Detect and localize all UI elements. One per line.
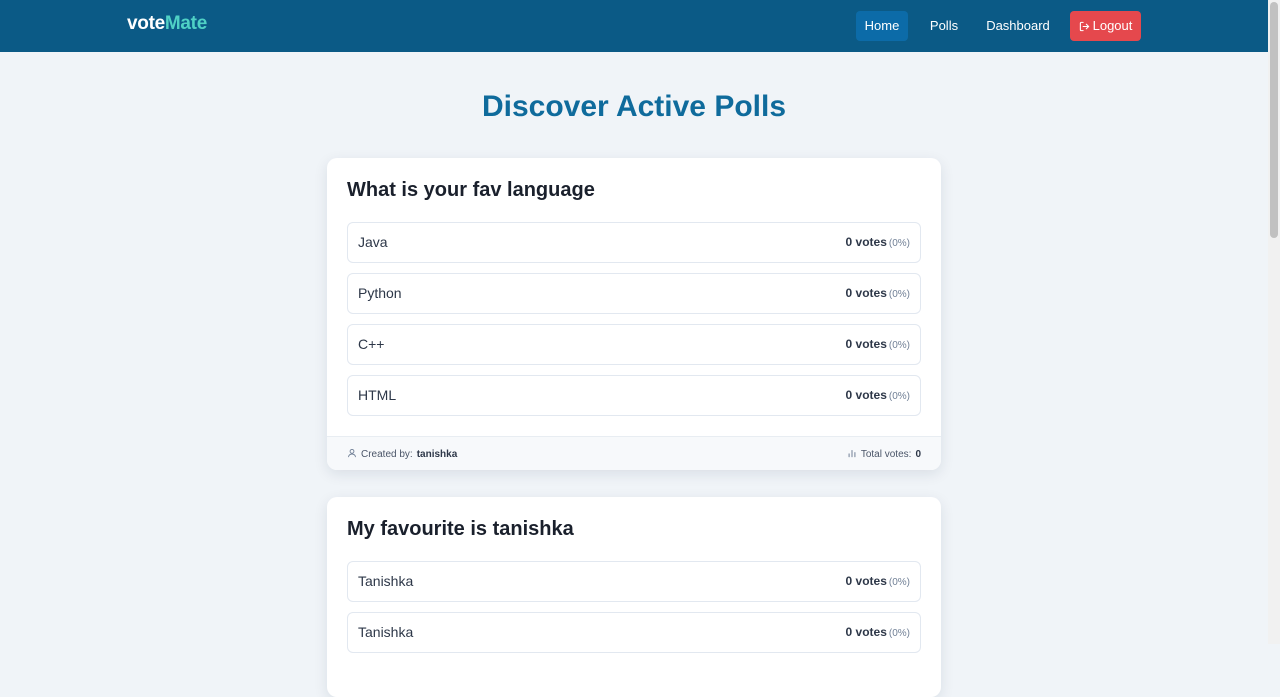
- logout-label: Logout: [1092, 18, 1133, 33]
- poll-footer: Created by: tanishka Total votes: 0: [327, 436, 941, 470]
- option-vote-count: 0 votes (0%): [846, 388, 910, 402]
- vote-percent: (0%): [888, 577, 910, 588]
- option-vote-count: 0 votes (0%): [846, 625, 910, 639]
- poll-option[interactable]: HTML 0 votes (0%): [347, 375, 921, 416]
- page-scrollbar[interactable]: [1268, 0, 1280, 644]
- brand-logo[interactable]: voteMate: [127, 13, 207, 35]
- option-label: HTML: [358, 387, 397, 403]
- total-votes-value: 0: [915, 449, 921, 460]
- vote-percent: (0%): [888, 289, 910, 300]
- poll-creator: Created by: tanishka: [347, 448, 457, 461]
- vote-percent: (0%): [888, 340, 910, 351]
- option-label: Python: [358, 285, 402, 301]
- vote-percent: (0%): [888, 391, 910, 402]
- creator-name: tanishka: [416, 449, 458, 460]
- poll-option[interactable]: C++ 0 votes (0%): [347, 324, 921, 365]
- nav-home-link[interactable]: Home: [856, 11, 908, 41]
- brand-accent: Mate: [164, 13, 207, 34]
- poll-option[interactable]: Tanishka 0 votes (0%): [347, 561, 921, 602]
- nav-polls-link[interactable]: Polls: [922, 11, 966, 41]
- poll-option[interactable]: Python 0 votes (0%): [347, 273, 921, 314]
- scrollbar-thumb[interactable]: [1270, 2, 1278, 238]
- nav-dashboard-link[interactable]: Dashboard: [980, 11, 1056, 41]
- vote-count-text: 0 votes: [845, 235, 887, 249]
- vote-count-text: 0 votes: [845, 574, 887, 588]
- option-vote-count: 0 votes (0%): [846, 337, 910, 351]
- poll-question: What is your fav language: [347, 179, 595, 201]
- vote-count-text: 0 votes: [845, 625, 887, 639]
- option-vote-count: 0 votes (0%): [846, 574, 910, 588]
- vote-percent: (0%): [888, 628, 910, 639]
- page-title: Discover Active Polls: [481, 90, 787, 123]
- logout-icon: [1079, 21, 1090, 32]
- poll-total-votes: Total votes: 0: [847, 448, 921, 461]
- total-votes-label: Total votes:: [860, 449, 912, 460]
- vote-percent: (0%): [888, 238, 910, 249]
- option-label: Tanishka: [358, 624, 414, 640]
- user-icon: [347, 448, 357, 461]
- brand-main: vote: [127, 13, 165, 34]
- poll-card: My favourite is tanishka Tanishka 0 vote…: [327, 497, 941, 697]
- top-navbar: voteMate Home Polls Dashboard Logout: [0, 0, 1268, 52]
- vote-count-text: 0 votes: [845, 286, 887, 300]
- poll-question: My favourite is tanishka: [347, 518, 574, 540]
- option-label: C++: [358, 336, 385, 352]
- option-vote-count: 0 votes (0%): [846, 235, 910, 249]
- option-label: Java: [358, 234, 388, 250]
- option-label: Tanishka: [358, 573, 414, 589]
- vote-count-text: 0 votes: [845, 388, 887, 402]
- poll-card: What is your fav language Java 0 votes (0…: [327, 158, 941, 470]
- poll-option[interactable]: Tanishka 0 votes (0%): [347, 612, 921, 653]
- logout-button[interactable]: Logout: [1070, 11, 1141, 41]
- created-by-label: Created by:: [361, 449, 413, 460]
- poll-option[interactable]: Java 0 votes (0%): [347, 222, 921, 263]
- bar-chart-icon: [847, 448, 857, 461]
- vote-count-text: 0 votes: [845, 337, 887, 351]
- option-vote-count: 0 votes (0%): [846, 286, 910, 300]
